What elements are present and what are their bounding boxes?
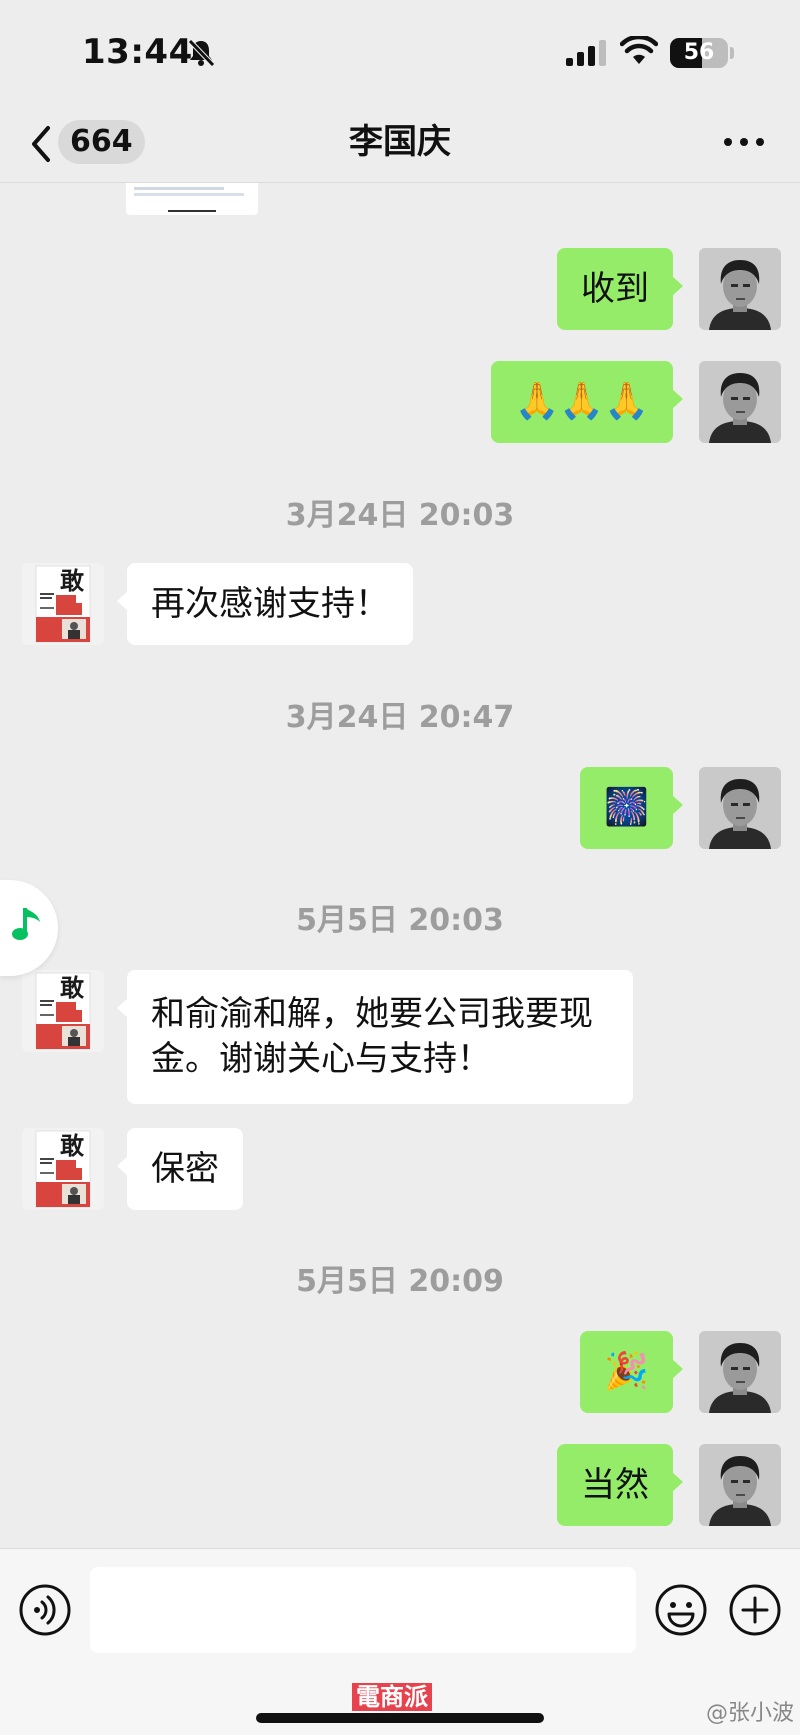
message-emoji: 🎉 <box>604 1351 649 1392</box>
message-text: 和俞渝和解，她要公司我要现金。谢谢关心与支持！ <box>151 994 593 1079</box>
status-time: 13:44 <box>82 32 193 72</box>
message-text: 再次感谢支持！ <box>151 584 389 624</box>
voice-icon[interactable] <box>18 1583 72 1637</box>
battery-percent: 56 <box>683 40 715 65</box>
plus-icon[interactable] <box>728 1583 782 1637</box>
avatar-self[interactable] <box>699 248 781 330</box>
partial-document-card[interactable] <box>126 183 258 215</box>
message-text: 当然 <box>581 1465 649 1505</box>
more-icon[interactable] <box>722 136 766 148</box>
emoji-icon[interactable] <box>654 1583 708 1637</box>
battery-tip <box>730 47 734 59</box>
card-divider <box>168 210 216 212</box>
battery-icon: 56 <box>670 38 728 68</box>
timestamp: 5月5日 20:03 <box>296 903 504 938</box>
message-bubble-outgoing[interactable]: 当然 <box>557 1444 683 1526</box>
home-indicator[interactable] <box>256 1713 544 1723</box>
avatar-self[interactable] <box>699 1444 781 1526</box>
message-bubble-incoming[interactable]: 保密 <box>117 1128 243 1210</box>
bell-slash-icon <box>188 39 215 67</box>
watermark-logo: 電商派 <box>352 1683 432 1711</box>
avatar-self[interactable] <box>699 767 781 849</box>
chat-input-bar: 電商派 @张小波 <box>0 1548 800 1735</box>
avatar-contact[interactable] <box>22 1128 104 1210</box>
timestamp: 3月24日 20:03 <box>285 498 515 533</box>
message-bubble-outgoing[interactable]: 🙏🙏🙏 <box>490 361 684 443</box>
card-text-line <box>134 193 244 196</box>
message-bubble-outgoing[interactable]: 🎆 <box>580 767 683 849</box>
message-bubble-incoming[interactable]: 和俞渝和解，她要公司我要现金。谢谢关心与支持！ <box>117 970 633 1104</box>
status-bar: 13:44 56 <box>0 0 800 108</box>
music-note-icon <box>12 908 40 940</box>
wifi-icon <box>620 36 658 64</box>
timestamp: 3月24日 20:47 <box>285 700 515 735</box>
chat-nav-bar: 664 李国庆 <box>0 108 800 183</box>
chat-title: 李国庆 <box>349 122 451 162</box>
message-emoji: 🎆 <box>604 787 649 828</box>
avatar-self[interactable] <box>699 1331 781 1413</box>
message-bubble-outgoing[interactable]: 🎉 <box>580 1331 683 1413</box>
avatar-contact[interactable] <box>22 970 104 1052</box>
weibo-watermark: @张小波 <box>705 1701 794 1726</box>
signal-icon <box>566 40 606 66</box>
avatar-contact[interactable] <box>22 563 104 645</box>
message-bubble-outgoing[interactable]: 收到 <box>557 248 683 330</box>
message-emoji: 🙏🙏🙏 <box>514 381 649 422</box>
message-text: 收到 <box>581 269 649 309</box>
message-bubble-incoming[interactable]: 再次感谢支持！ <box>117 563 413 645</box>
timestamp: 5月5日 20:09 <box>296 1264 504 1299</box>
message-text: 保密 <box>151 1149 219 1189</box>
message-input[interactable] <box>90 1567 636 1653</box>
avatar-self[interactable] <box>699 361 781 443</box>
card-text-line <box>134 187 224 190</box>
